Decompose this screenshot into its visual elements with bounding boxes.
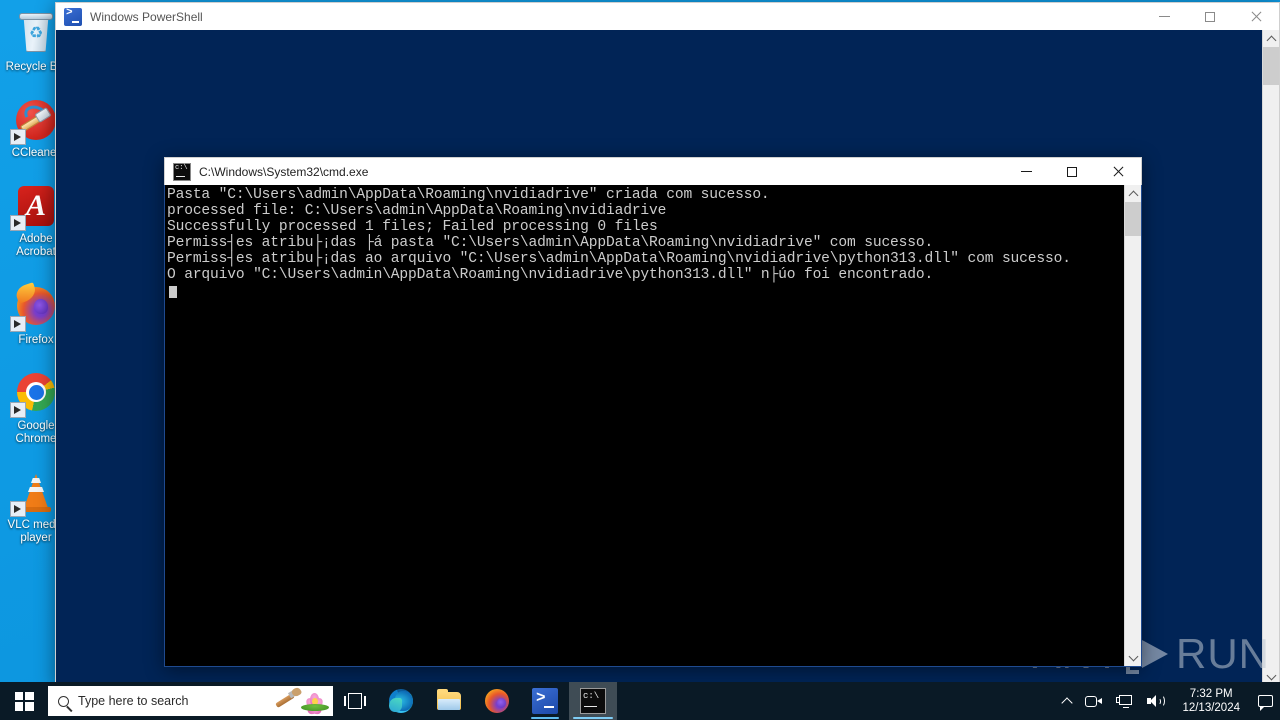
console-line: O arquivo "C:\Users\admin\AppData\Roamin… [167, 267, 934, 283]
edge-icon [388, 688, 414, 714]
cmd-window-controls [1003, 158, 1141, 186]
chevron-up-icon [1061, 697, 1074, 709]
clock[interactable]: 7:32 PM 12/13/2024 [1172, 682, 1250, 720]
file-explorer-icon [436, 688, 462, 714]
ccleaner-icon [10, 96, 60, 145]
clock-date: 12/13/2024 [1182, 702, 1240, 714]
powershell-icon [532, 688, 558, 714]
firefox-icon [484, 688, 510, 714]
cmd-close-button[interactable] [1095, 158, 1141, 186]
console-cursor-line [167, 283, 1124, 303]
volume-icon [1147, 694, 1166, 708]
system-tray: 7:32 PM 12/13/2024 [1056, 682, 1280, 720]
console-line: Permiss┤es atribu├¡das ├á pasta "C:\User… [167, 235, 934, 251]
powershell-close-button[interactable] [1233, 3, 1279, 31]
start-button[interactable] [0, 682, 48, 720]
taskbar-app-edge[interactable] [377, 682, 425, 720]
powershell-scrollbar[interactable] [1262, 30, 1279, 685]
taskbar-app-file-explorer[interactable] [425, 682, 473, 720]
powershell-scroll-track[interactable] [1263, 47, 1279, 668]
taskbar-app-powershell[interactable] [521, 682, 569, 720]
cortana-lotus-brush-icon [275, 686, 333, 716]
tray-network-button[interactable] [1109, 682, 1140, 720]
powershell-minimize-button[interactable] [1141, 3, 1187, 31]
text-cursor [169, 286, 177, 298]
recycle-bin-icon: ♻ [12, 10, 60, 58]
adobe-acrobat-icon: A [10, 182, 60, 231]
task-view-icon [344, 693, 366, 709]
cmd-console-output[interactable]: Pasta "C:\Users\admin\AppData\Roaming\nv… [165, 185, 1124, 666]
camera-icon [1085, 695, 1103, 708]
search-icon [48, 695, 78, 707]
cmd-scrollbar[interactable] [1124, 185, 1141, 666]
chrome-icon [10, 369, 60, 418]
powershell-maximize-button[interactable] [1187, 3, 1233, 31]
tray-camera-icon-button[interactable] [1078, 682, 1109, 720]
taskbar-app-cmd[interactable] [569, 682, 617, 720]
cmd-scroll-track[interactable] [1125, 202, 1141, 649]
powershell-title-bar[interactable]: Windows PowerShell [55, 2, 1280, 30]
windows-logo-icon [14, 691, 34, 711]
tray-volume-button[interactable] [1140, 682, 1172, 720]
cmd-icon [173, 162, 191, 181]
notifications-button[interactable] [1250, 682, 1280, 720]
desktop[interactable]: ♻ Recycle Bin CCleaner A Adobe Acrobat F… [0, 0, 1280, 720]
clock-time: 7:32 PM [1189, 688, 1233, 700]
search-input-placeholder[interactable]: Type here to search [78, 694, 275, 708]
powershell-scroll-thumb[interactable] [1263, 47, 1279, 85]
powershell-window-controls [1141, 3, 1279, 31]
cmd-minimize-button[interactable] [1003, 158, 1049, 186]
console-line: processed file: C:\Users\admin\AppData\R… [167, 203, 667, 219]
search-box[interactable]: Type here to search [48, 686, 333, 716]
powershell-icon [64, 7, 82, 26]
powershell-scroll-up-arrow[interactable] [1263, 30, 1279, 47]
console-line: Successfully processed 1 files; Failed p… [167, 219, 658, 235]
console-line: Pasta "C:\Users\admin\AppData\Roaming\nv… [167, 187, 770, 203]
powershell-title-text: Windows PowerShell [90, 9, 203, 24]
taskbar-app-firefox[interactable] [473, 682, 521, 720]
network-icon [1116, 694, 1133, 708]
cmd-title-bar[interactable]: C:\Windows\System32\cmd.exe [164, 157, 1142, 185]
cmd-icon [580, 688, 606, 714]
cmd-body: Pasta "C:\Users\admin\AppData\Roaming\nv… [164, 185, 1142, 667]
notification-icon [1257, 695, 1273, 711]
cmd-title-text: C:\Windows\System32\cmd.exe [199, 164, 369, 179]
cmd-scroll-down-arrow[interactable] [1125, 649, 1141, 666]
vlc-icon [10, 468, 60, 517]
show-hidden-icons-button[interactable] [1056, 682, 1078, 720]
cmd-window[interactable]: C:\Windows\System32\cmd.exe Pasta "C:\Us… [164, 157, 1142, 667]
task-view-button[interactable] [333, 682, 377, 720]
cmd-scroll-thumb[interactable] [1125, 202, 1141, 236]
console-line: Permiss┤es atribu├¡das ao arquivo "C:\Us… [167, 251, 1071, 267]
taskbar: Type here to search > c:\ 7:32 PM 12/13/… [0, 682, 1280, 720]
cmd-maximize-button[interactable] [1049, 158, 1095, 186]
firefox-icon [10, 282, 60, 332]
cmd-scroll-up-arrow[interactable] [1125, 185, 1141, 202]
